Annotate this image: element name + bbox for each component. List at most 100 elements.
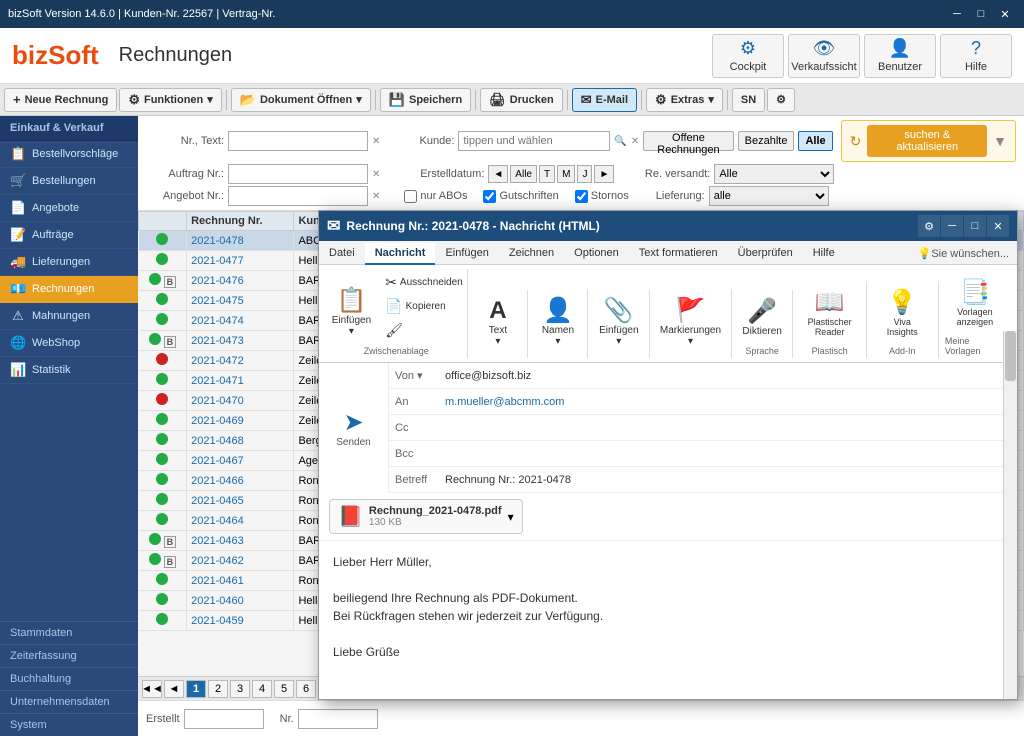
cockpit-button[interactable]: ⚙ Cockpit [712, 34, 784, 78]
modal-settings-icon[interactable]: ⚙ [918, 215, 940, 237]
first-page-button[interactable]: ◄◄ [142, 680, 162, 698]
benutzer-button[interactable]: 👤 Benutzer [864, 34, 936, 78]
invoice-nr-cell[interactable]: 2021-0472 [187, 351, 294, 371]
sidebar-item-bestellvorschlaege[interactable]: 📋 Bestellvorschläge [0, 141, 138, 168]
invoice-nr-cell[interactable]: 2021-0462 [187, 551, 294, 571]
email-scrollbar[interactable] [1003, 331, 1017, 699]
verkaufssicht-button[interactable]: 👁 Verkaufssicht [788, 34, 860, 78]
icon-btn-2[interactable]: ⚙ [767, 88, 795, 112]
tab-text-formatieren[interactable]: Text formatieren [629, 243, 728, 265]
speichern-button[interactable]: 💾 Speichern [380, 88, 471, 112]
summary-erstellt-input[interactable] [184, 709, 264, 729]
subject-value[interactable]: Rechnung Nr.: 2021-0478 [439, 470, 1017, 490]
page-6-button[interactable]: 6 [296, 680, 316, 698]
sidebar-item-bestellungen[interactable]: 🛒 Bestellungen [0, 168, 138, 195]
gutschriften-checkbox[interactable] [483, 190, 496, 203]
email-button[interactable]: ✉ E-Mail [572, 88, 637, 112]
angebot-clear[interactable]: ✕ [372, 191, 380, 202]
maximize-button[interactable]: □ [970, 5, 992, 23]
date-m-btn[interactable]: M [557, 165, 575, 183]
tab-nachricht[interactable]: Nachricht [365, 243, 436, 265]
invoice-nr-cell[interactable]: 2021-0478 [187, 231, 294, 251]
search-collapse-icon[interactable]: ▼ [993, 133, 1007, 149]
dokument-oeffnen-button[interactable]: 📂 Dokument Öffnen ▾ [231, 88, 371, 112]
sidebar-item-angebote[interactable]: 📄 Angebote [0, 195, 138, 222]
modal-minimize-button[interactable]: ─ [941, 215, 963, 237]
sidebar-item-zeiterfassung[interactable]: Zeiterfassung [0, 644, 138, 667]
kunde-search-icon[interactable]: 🔍 [614, 136, 626, 147]
tab-einfuegen[interactable]: Einfügen [435, 243, 498, 265]
attachment-dropdown-icon[interactable]: ▾ [508, 510, 514, 524]
invoice-nr-cell[interactable]: 2021-0464 [187, 511, 294, 531]
sidebar-section-einkauf[interactable]: Einkauf & Verkauf [0, 116, 138, 141]
sidebar-item-webshop[interactable]: 🌐 WebShop [0, 330, 138, 357]
plastischer-reader-button[interactable]: 📖 Plastischer Reader [799, 283, 859, 342]
date-alle-btn[interactable]: Alle [510, 165, 537, 183]
invoice-nr-cell[interactable]: 2021-0466 [187, 471, 294, 491]
invoice-nr-cell[interactable]: 2021-0460 [187, 591, 294, 611]
auftrag-clear[interactable]: ✕ [372, 169, 380, 180]
date-next-btn[interactable]: ► [594, 165, 614, 183]
date-prev-btn[interactable]: ◄ [488, 165, 508, 183]
invoice-nr-cell[interactable]: 2021-0468 [187, 431, 294, 451]
sidebar-item-rechnungen[interactable]: 💶 Rechnungen [0, 276, 138, 303]
send-button-area[interactable]: ➤ Senden [319, 363, 389, 493]
invoice-nr-cell[interactable]: 2021-0465 [187, 491, 294, 511]
col-nr[interactable]: Rechnung Nr. [187, 212, 294, 231]
kunde-clear-icon[interactable]: ✕ [631, 136, 639, 147]
ausschneiden-button[interactable]: ✂ Ausschneiden [380, 271, 468, 294]
invoice-nr-cell[interactable]: 2021-0467 [187, 451, 294, 471]
re-versandt-select[interactable]: Alle [714, 164, 834, 184]
date-j-btn[interactable]: J [577, 165, 592, 183]
attachment-item[interactable]: 📕 Rechnung_2021-0478.pdf 130 KB ▾ [329, 499, 523, 534]
offene-rechnungen-button[interactable]: Offene Rechnungen [643, 131, 733, 151]
invoice-nr-cell[interactable]: 2021-0469 [187, 411, 294, 431]
text-button[interactable]: A Text ▾ [476, 292, 520, 352]
kunde-input[interactable] [458, 131, 610, 151]
sidebar-item-auftraege[interactable]: 📝 Aufträge [0, 222, 138, 249]
auftrag-nr-input[interactable] [228, 164, 368, 184]
sie-wuenschen[interactable]: 💡 Sie wünschen... [910, 243, 1017, 264]
vorlagen-anzeigen-button[interactable]: 📑 Vorlagen anzeigen [945, 273, 1005, 332]
page-2-button[interactable]: 2 [208, 680, 228, 698]
neue-rechnung-button[interactable]: + Neue Rechnung [4, 88, 117, 112]
minimize-button[interactable]: ─ [946, 5, 968, 23]
tab-hilfe[interactable]: Hilfe [803, 243, 845, 265]
invoice-nr-cell[interactable]: 2021-0463 [187, 531, 294, 551]
alle-button[interactable]: Alle [798, 131, 832, 151]
invoice-nr-cell[interactable]: 2021-0476 [187, 271, 294, 291]
sidebar-item-mahnungen[interactable]: ⚠ Mahnungen [0, 303, 138, 330]
lieferung-select[interactable]: alle [709, 186, 829, 206]
tab-optionen[interactable]: Optionen [564, 243, 629, 265]
sidebar-item-buchhaltung[interactable]: Buchhaltung [0, 667, 138, 690]
stornos-checkbox[interactable] [575, 190, 588, 203]
modal-maximize-button[interactable]: □ [964, 215, 986, 237]
invoice-nr-cell[interactable]: 2021-0461 [187, 571, 294, 591]
funktionen-button[interactable]: ⚙ Funktionen ▾ [119, 88, 221, 112]
extras-button[interactable]: ⚙ Extras ▾ [646, 88, 723, 112]
email-body[interactable]: Lieber Herr Müller, beiliegend Ihre Rech… [319, 541, 1017, 699]
modal-close-button[interactable]: ✕ [987, 215, 1009, 237]
angebot-nr-input[interactable] [228, 186, 368, 206]
invoice-nr-cell[interactable]: 2021-0471 [187, 371, 294, 391]
kopieren-button[interactable]: 📄 Kopieren [380, 295, 468, 318]
viva-insights-button[interactable]: 💡 Viva Insights [873, 283, 932, 342]
scrollbar-thumb[interactable] [1005, 331, 1016, 381]
invoice-nr-cell[interactable]: 2021-0477 [187, 251, 294, 271]
cc-value[interactable] [439, 424, 1017, 432]
page-1-button[interactable]: 1 [186, 680, 206, 698]
nur-abos-checkbox[interactable] [404, 190, 417, 203]
sidebar-item-statistik[interactable]: 📊 Statistik [0, 357, 138, 384]
icon-btn-1[interactable]: SN [732, 88, 765, 112]
diktieren-button[interactable]: 🎤 Diktieren [735, 292, 788, 342]
invoice-nr-cell[interactable]: 2021-0459 [187, 611, 294, 631]
page-5-button[interactable]: 5 [274, 680, 294, 698]
sidebar-item-stammdaten[interactable]: Stammdaten [0, 621, 138, 644]
sidebar-item-lieferungen[interactable]: 🚚 Lieferungen [0, 249, 138, 276]
tab-ueberpruefen[interactable]: Überprüfen [728, 243, 803, 265]
einfuegen-large-button[interactable]: 📋 Einfügen ▾ [325, 281, 378, 342]
invoice-nr-cell[interactable]: 2021-0474 [187, 311, 294, 331]
prev-page-button[interactable]: ◄ [164, 680, 184, 698]
format-uebertragen-button[interactable]: 🖌 [380, 319, 468, 342]
summary-nr-input[interactable] [298, 709, 378, 729]
